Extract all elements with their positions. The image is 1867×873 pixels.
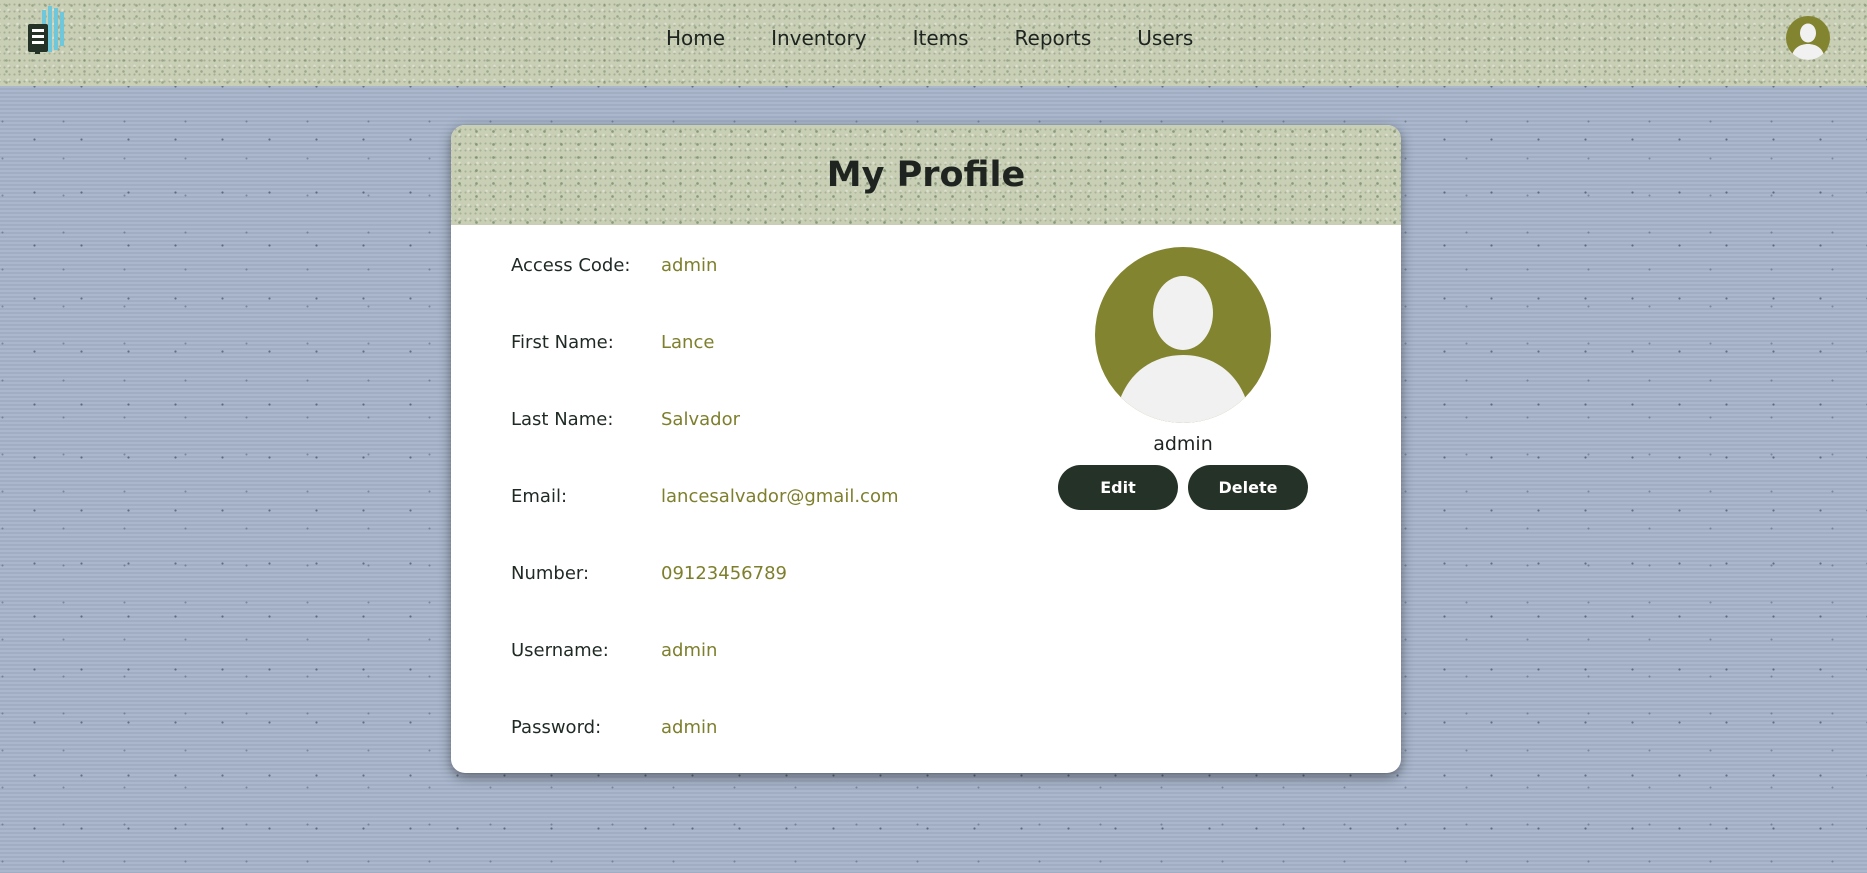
field-password: Password: admin xyxy=(511,715,717,739)
nav-reports[interactable]: Reports xyxy=(992,20,1115,56)
field-label: Last Name: xyxy=(511,408,614,430)
field-value: admin xyxy=(661,254,718,276)
profile-summary: admin Edit Delete xyxy=(1051,247,1315,510)
field-label: Access Code: xyxy=(511,254,631,276)
field-value: admin xyxy=(661,639,718,661)
profile-card-header: My Profile xyxy=(451,125,1401,225)
main-nav: Home Inventory Items Reports Users xyxy=(643,20,1216,56)
field-value: Salvador xyxy=(661,408,740,430)
field-access-code: Access Code: admin xyxy=(511,253,717,277)
field-value: admin xyxy=(661,716,718,738)
profile-card: My Profile Access Code: admin First Name… xyxy=(451,125,1401,773)
field-label: Email: xyxy=(511,485,568,507)
field-value: 09123456789 xyxy=(661,562,787,584)
profile-picture-icon xyxy=(1095,247,1271,423)
field-label: Username: xyxy=(511,639,609,661)
field-label: Number: xyxy=(511,562,590,584)
field-value: Lance xyxy=(661,331,715,353)
building-logo-icon[interactable] xyxy=(26,4,74,56)
nav-items[interactable]: Items xyxy=(890,20,992,56)
field-value: lancesalvador@gmail.com xyxy=(661,485,899,507)
edit-button[interactable]: Edit xyxy=(1058,465,1178,510)
field-username: Username: admin xyxy=(511,638,717,662)
field-email: Email: lancesalvador@gmail.com xyxy=(511,484,899,508)
top-navigation-bar: Home Inventory Items Reports Users xyxy=(0,0,1867,86)
delete-button[interactable]: Delete xyxy=(1188,465,1308,510)
field-first-name: First Name: Lance xyxy=(511,330,714,354)
field-number: Number: 09123456789 xyxy=(511,561,787,585)
nav-inventory[interactable]: Inventory xyxy=(748,20,890,56)
nav-home[interactable]: Home xyxy=(643,20,748,56)
profile-username: admin xyxy=(1153,433,1213,455)
profile-actions: Edit Delete xyxy=(1051,465,1315,510)
user-avatar-icon[interactable] xyxy=(1786,16,1830,60)
field-last-name: Last Name: Salvador xyxy=(511,407,740,431)
field-label: Password: xyxy=(511,716,602,738)
page-title: My Profile xyxy=(826,155,1026,195)
field-label: First Name: xyxy=(511,331,614,353)
nav-users[interactable]: Users xyxy=(1114,20,1216,56)
